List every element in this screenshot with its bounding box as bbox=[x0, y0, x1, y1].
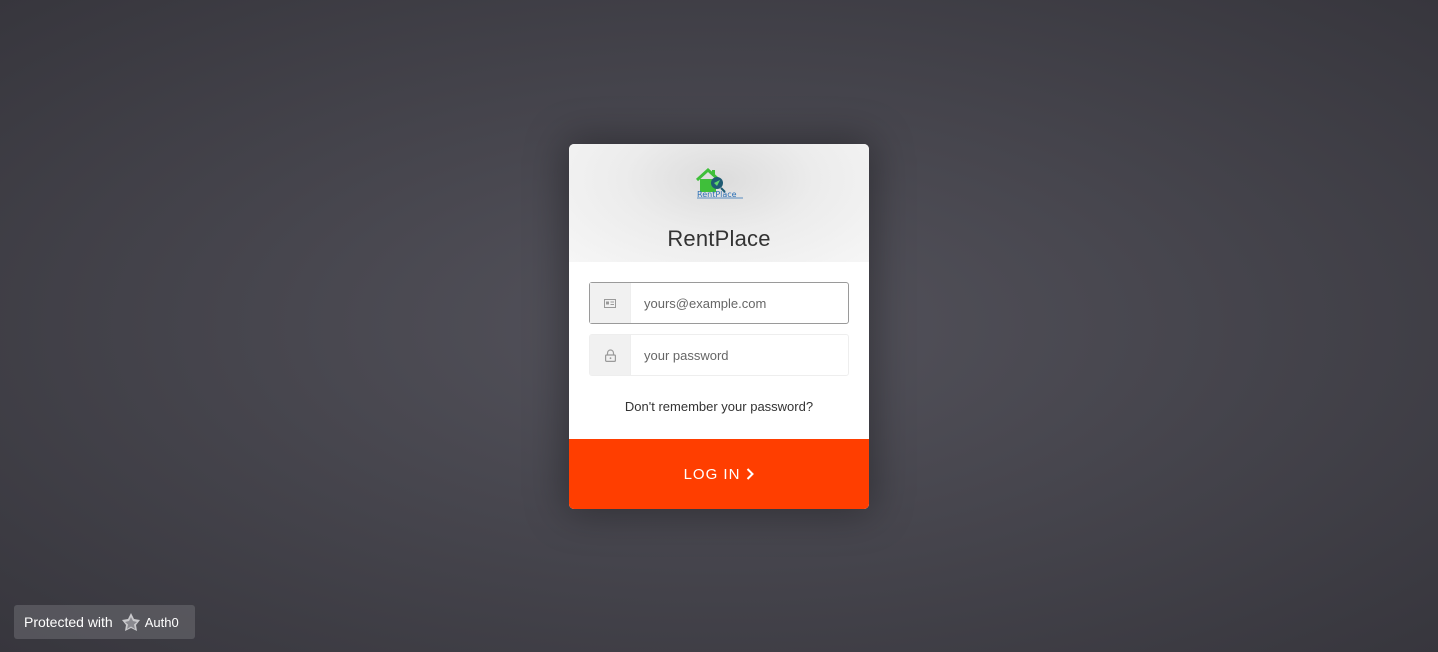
email-input[interactable] bbox=[631, 283, 848, 323]
auth0-badge[interactable]: Protected with Auth0 bbox=[14, 605, 195, 639]
password-input[interactable] bbox=[631, 335, 848, 375]
lock-icon bbox=[590, 335, 631, 375]
badge-provider: Auth0 bbox=[144, 614, 179, 630]
password-field bbox=[589, 334, 849, 376]
login-card: RentPlace RentPlace Don't remember bbox=[569, 144, 869, 509]
login-button[interactable]: LOG IN bbox=[569, 439, 869, 509]
email-field bbox=[589, 282, 849, 324]
login-button-label: LOG IN bbox=[683, 465, 741, 483]
badge-prefix: Protected with bbox=[24, 614, 113, 630]
id-card-icon bbox=[590, 283, 631, 323]
card-header: RentPlace RentPlace bbox=[569, 144, 869, 262]
forgot-password-link[interactable]: Don't remember your password? bbox=[569, 399, 869, 414]
auth0-shield-icon bbox=[121, 612, 141, 632]
house-icon: RentPlace bbox=[695, 166, 745, 200]
app-title: RentPlace bbox=[667, 226, 771, 251]
chevron-right-icon bbox=[746, 468, 755, 480]
